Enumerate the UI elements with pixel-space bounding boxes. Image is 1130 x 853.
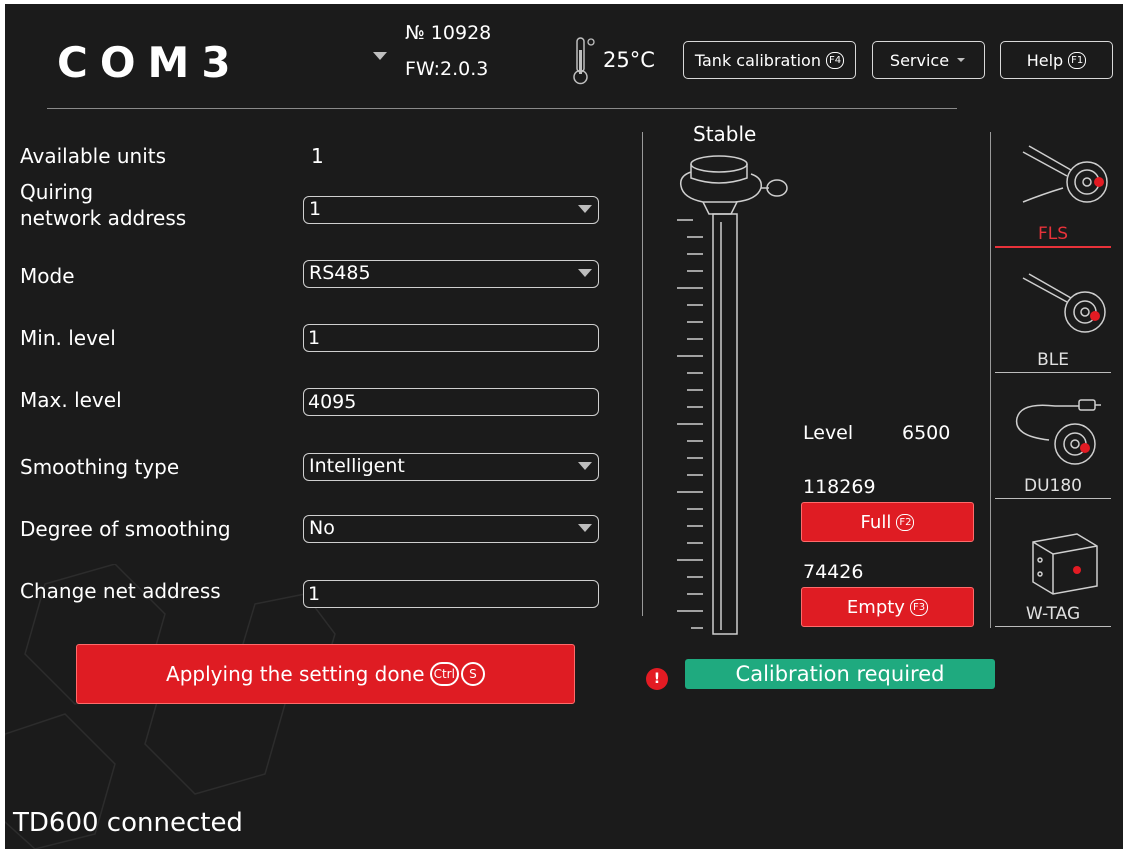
empty-value: 74426 bbox=[803, 561, 864, 583]
level-value: 6500 bbox=[902, 422, 951, 444]
f2-key-icon: F2 bbox=[896, 513, 915, 531]
tank-calibration-button[interactable]: Tank calibration F4 bbox=[683, 41, 856, 79]
du180-sensor-icon bbox=[1015, 399, 1101, 465]
full-value: 118269 bbox=[803, 476, 876, 498]
ble-sensor-icon bbox=[1022, 273, 1106, 333]
dropdown-arrow-icon bbox=[578, 524, 592, 532]
probe-stability-status: Stable bbox=[693, 122, 757, 146]
available-units-label: Available units bbox=[20, 144, 167, 168]
quiring-label-line2: network address bbox=[20, 206, 187, 230]
change-net-address-label: Change net address bbox=[20, 579, 221, 603]
thermometer-icon bbox=[573, 37, 595, 85]
fls-sensor-icon bbox=[1022, 145, 1108, 203]
min-level-input[interactable] bbox=[308, 326, 588, 350]
min-level-field[interactable] bbox=[303, 324, 599, 352]
quiring-address-label: Quiring network address bbox=[20, 179, 186, 231]
smoothing-type-select[interactable]: Intelligent bbox=[303, 453, 599, 481]
apply-settings-button[interactable]: Applying the setting done Ctrl S bbox=[76, 644, 575, 704]
dropdown-arrow-icon bbox=[373, 52, 387, 60]
smoothing-type-label: Smoothing type bbox=[20, 455, 180, 479]
chevron-down-icon bbox=[957, 58, 966, 62]
connection-status: TD600 connected bbox=[13, 808, 243, 838]
app-window: COM3 № 10928 FW:2.0.3 25°C Tank calibrat… bbox=[5, 4, 1123, 849]
tab-underline bbox=[995, 372, 1111, 373]
device-tab-du180[interactable]: DU180 bbox=[995, 392, 1111, 504]
service-menu-button[interactable]: Service bbox=[872, 41, 985, 79]
available-units-value: 1 bbox=[311, 144, 324, 168]
mode-label: Mode bbox=[20, 264, 75, 288]
firmware-version: FW:2.0.3 bbox=[405, 58, 489, 80]
s-key-icon: S bbox=[460, 662, 485, 686]
device-tab-ble[interactable]: BLE bbox=[995, 268, 1111, 378]
ctrl-key-icon: Ctrl bbox=[429, 662, 459, 686]
device-number: № 10928 bbox=[405, 22, 492, 44]
dropdown-arrow-icon bbox=[578, 205, 592, 213]
active-tab-underline bbox=[995, 246, 1111, 248]
device-selector[interactable]: № 10928 FW:2.0.3 bbox=[373, 22, 523, 82]
temperature-readout: 25°C bbox=[603, 48, 655, 72]
warning-icon: ! bbox=[646, 668, 668, 690]
change-net-address-input[interactable] bbox=[308, 582, 588, 606]
dropdown-arrow-icon bbox=[578, 269, 592, 277]
hexagon-pattern-decoration bbox=[5, 564, 336, 849]
f4-key-icon: F4 bbox=[825, 51, 845, 69]
level-label: Level bbox=[803, 422, 854, 444]
mode-value: RS485 bbox=[309, 262, 371, 284]
calibration-status-badge: Calibration required bbox=[685, 659, 995, 689]
degree-of-smoothing-select[interactable]: No bbox=[303, 515, 599, 543]
quiring-address-select[interactable]: 1 bbox=[303, 196, 599, 224]
device-tab-label: FLS bbox=[1037, 224, 1069, 244]
empty-label: Empty bbox=[846, 596, 905, 618]
probe-sensor-icon bbox=[677, 155, 788, 635]
degree-of-smoothing-value: No bbox=[309, 517, 335, 539]
max-level-input[interactable] bbox=[308, 390, 588, 414]
quiring-label-line1: Quiring bbox=[20, 180, 94, 204]
tab-underline bbox=[995, 626, 1111, 627]
device-tab-label: W-TAG bbox=[1025, 604, 1081, 624]
dropdown-arrow-icon bbox=[578, 462, 592, 470]
tab-underline bbox=[995, 498, 1111, 499]
app-logo: COM3 bbox=[57, 38, 243, 87]
wtag-sensor-icon bbox=[1032, 533, 1098, 595]
device-tab-fls[interactable]: FLS bbox=[995, 136, 1111, 248]
apply-settings-label: Applying the setting done bbox=[166, 662, 425, 686]
max-level-field[interactable] bbox=[303, 388, 599, 416]
f3-key-icon: F3 bbox=[909, 598, 929, 616]
mode-select[interactable]: RS485 bbox=[303, 260, 599, 288]
quiring-address-value: 1 bbox=[309, 198, 322, 220]
device-tab-wtag[interactable]: W-TAG bbox=[995, 524, 1111, 632]
help-button[interactable]: Help F1 bbox=[1000, 41, 1113, 79]
empty-calibration-button[interactable]: Empty F3 bbox=[801, 587, 974, 627]
smoothing-type-value: Intelligent bbox=[309, 455, 405, 477]
help-label: Help bbox=[1026, 50, 1064, 70]
min-level-label: Min. level bbox=[20, 326, 116, 350]
device-tab-label: BLE bbox=[1037, 350, 1069, 370]
degree-of-smoothing-label: Degree of smoothing bbox=[20, 517, 231, 541]
full-label: Full bbox=[860, 511, 892, 533]
panel-divider-right bbox=[990, 132, 991, 628]
f1-key-icon: F1 bbox=[1068, 51, 1087, 69]
tank-calibration-label: Tank calibration bbox=[694, 50, 821, 70]
service-label: Service bbox=[889, 50, 950, 70]
full-calibration-button[interactable]: Full F2 bbox=[801, 502, 974, 542]
header-divider bbox=[47, 108, 957, 109]
panel-divider-left bbox=[642, 132, 643, 616]
change-net-address-field[interactable] bbox=[303, 580, 599, 608]
device-tab-label: DU180 bbox=[1024, 476, 1082, 496]
max-level-label: Max. level bbox=[20, 388, 122, 412]
